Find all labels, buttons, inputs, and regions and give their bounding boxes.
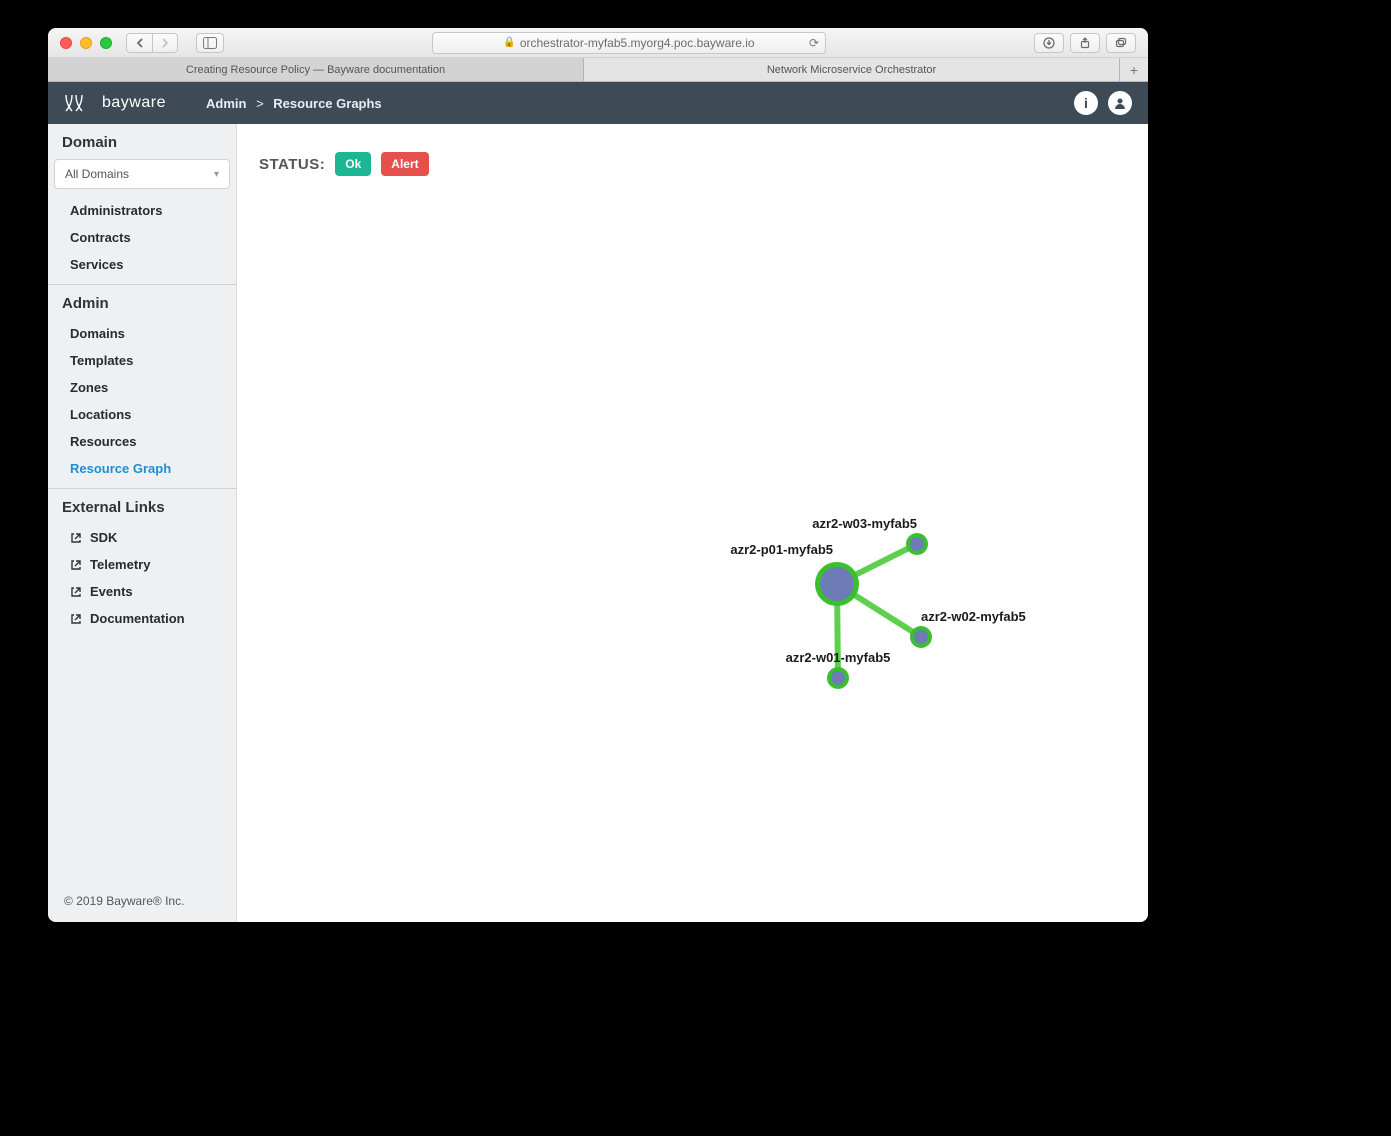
tabs-overview-button[interactable] [1106,33,1136,53]
graph-node-label: azr2-w02-myfab5 [921,609,1026,624]
sidebar-item-label: Documentation [90,611,185,626]
sidebar-section-title: Admin [62,295,222,312]
domain-selector[interactable]: All Domains ▾ [54,159,230,189]
graph-node-inner [914,630,928,644]
graph-node-label: azr2-w03-myfab5 [812,516,917,531]
minimize-window-button[interactable] [80,37,92,49]
tab-1[interactable]: Network Microservice Orchestrator [584,58,1120,81]
sidebar-item-services[interactable]: Services [62,251,236,278]
forward-button[interactable] [152,33,178,53]
sidebar-item-documentation[interactable]: Documentation [62,605,236,632]
url-field[interactable]: 🔒 orchestrator-myfab5.myorg4.poc.bayware… [432,32,826,54]
sidebar-item-label: Events [90,584,133,599]
info-icon[interactable]: i [1074,91,1098,115]
toolbar-right [1034,33,1136,53]
sidebar-item-contracts[interactable]: Contracts [62,224,236,251]
sidebar-item-templates[interactable]: Templates [62,347,236,374]
sidebar-admin-section: Admin [48,285,236,320]
user-account-icon[interactable] [1108,91,1132,115]
sidebar: Domain All Domains ▾ Administrators Cont… [48,124,237,922]
tabbar: Creating Resource Policy — Bayware docum… [48,58,1148,82]
breadcrumb: Admin > Resource Graphs [206,96,382,111]
url-text: orchestrator-myfab5.myorg4.poc.bayware.i… [520,36,755,50]
domain-selector-value: All Domains [65,167,129,181]
breadcrumb-item[interactable]: Resource Graphs [273,96,381,111]
sidebar-domain-section: Domain [48,124,236,159]
sidebar-footer: © 2019 Bayware® Inc. [48,882,236,922]
app-body: Domain All Domains ▾ Administrators Cont… [48,124,1148,922]
browser-window: 🔒 orchestrator-myfab5.myorg4.poc.bayware… [48,28,1148,922]
lock-icon: 🔒 [503,37,515,48]
graph-node-label: azr2-w01-myfab5 [786,650,891,665]
sidebar-item-label: SDK [90,530,117,545]
reload-button[interactable]: ⟳ [809,36,819,50]
sidebar-admin-list: Domains Templates Zones Locations Resour… [48,320,236,482]
graph-node-inner [831,671,845,685]
new-tab-button[interactable]: + [1120,58,1148,81]
sidebar-external-section: External Links [48,489,236,524]
maximize-window-button[interactable] [100,37,112,49]
sidebar-domain-list: Administrators Contracts Services [48,197,236,278]
sidebar-toggle-button[interactable] [196,33,224,53]
graph-svg: azr2-p01-myfab5 azr2-w03-myfab5 azr2-w02-m… [237,124,1148,922]
sidebar-item-label: Telemetry [90,557,150,572]
external-link-icon [70,559,82,571]
sidebar-item-administrators[interactable]: Administrators [62,197,236,224]
sidebar-section-title: Domain [62,134,222,151]
sidebar-item-events[interactable]: Events [62,578,236,605]
brand[interactable]: bayware [64,93,166,113]
graph-node-label: azr2-p01-myfab5 [730,542,833,557]
chevron-down-icon: ▾ [214,169,219,180]
tab-label: Network Microservice Orchestrator [767,64,936,76]
share-button[interactable] [1070,33,1100,53]
breadcrumb-separator: > [256,96,264,111]
breadcrumb-item[interactable]: Admin [206,96,246,111]
nav-buttons [126,33,178,53]
sidebar-item-domains[interactable]: Domains [62,320,236,347]
sidebar-item-zones[interactable]: Zones [62,374,236,401]
external-link-icon [70,613,82,625]
sidebar-item-resources[interactable]: Resources [62,428,236,455]
external-link-icon [70,532,82,544]
downloads-button[interactable] [1034,33,1064,53]
header-right: i [1074,91,1132,115]
sidebar-external-list: SDK Telemetry Events Documentation [48,524,236,632]
sidebar-item-sdk[interactable]: SDK [62,524,236,551]
tab-0[interactable]: Creating Resource Policy — Bayware docum… [48,58,584,81]
tab-label: Creating Resource Policy — Bayware docum… [186,64,445,76]
sidebar-item-resource-graph[interactable]: Resource Graph [62,455,236,482]
graph-node-inner [910,537,924,551]
main-content: STATUS: Ok Alert azr2-p01-myfab5azr2-w03… [237,124,1148,922]
external-link-icon [70,586,82,598]
sidebar-item-telemetry[interactable]: Telemetry [62,551,236,578]
back-button[interactable] [126,33,152,53]
brand-logo-icon [64,93,96,113]
titlebar: 🔒 orchestrator-myfab5.myorg4.poc.bayware… [48,28,1148,58]
graph-node-center-inner [820,567,854,601]
resource-graph[interactable]: azr2-p01-myfab5 azr2-w03-myfab5 azr2-w02-m… [237,124,1148,922]
close-window-button[interactable] [60,37,72,49]
traffic-lights [60,37,112,49]
app-header: bayware Admin > Resource Graphs i [48,82,1148,124]
brand-text: bayware [102,94,166,112]
sidebar-section-title: External Links [62,499,222,516]
sidebar-item-locations[interactable]: Locations [62,401,236,428]
